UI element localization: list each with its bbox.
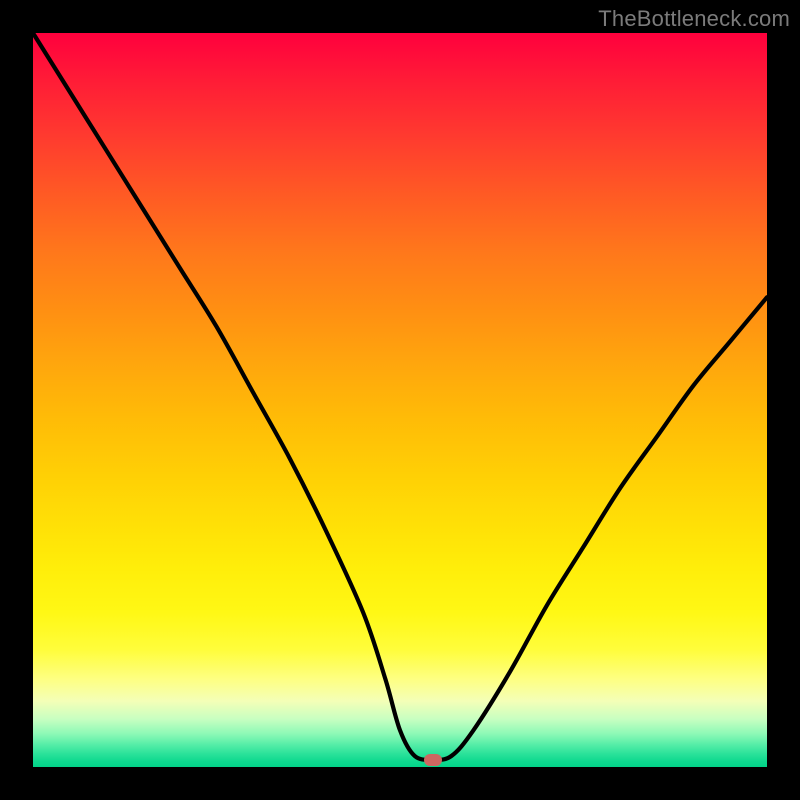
- watermark-text: TheBottleneck.com: [598, 6, 790, 32]
- plot-area: [33, 33, 767, 767]
- bottleneck-curve: [33, 33, 767, 767]
- optimal-point-marker: [424, 754, 442, 766]
- chart-frame: TheBottleneck.com: [0, 0, 800, 800]
